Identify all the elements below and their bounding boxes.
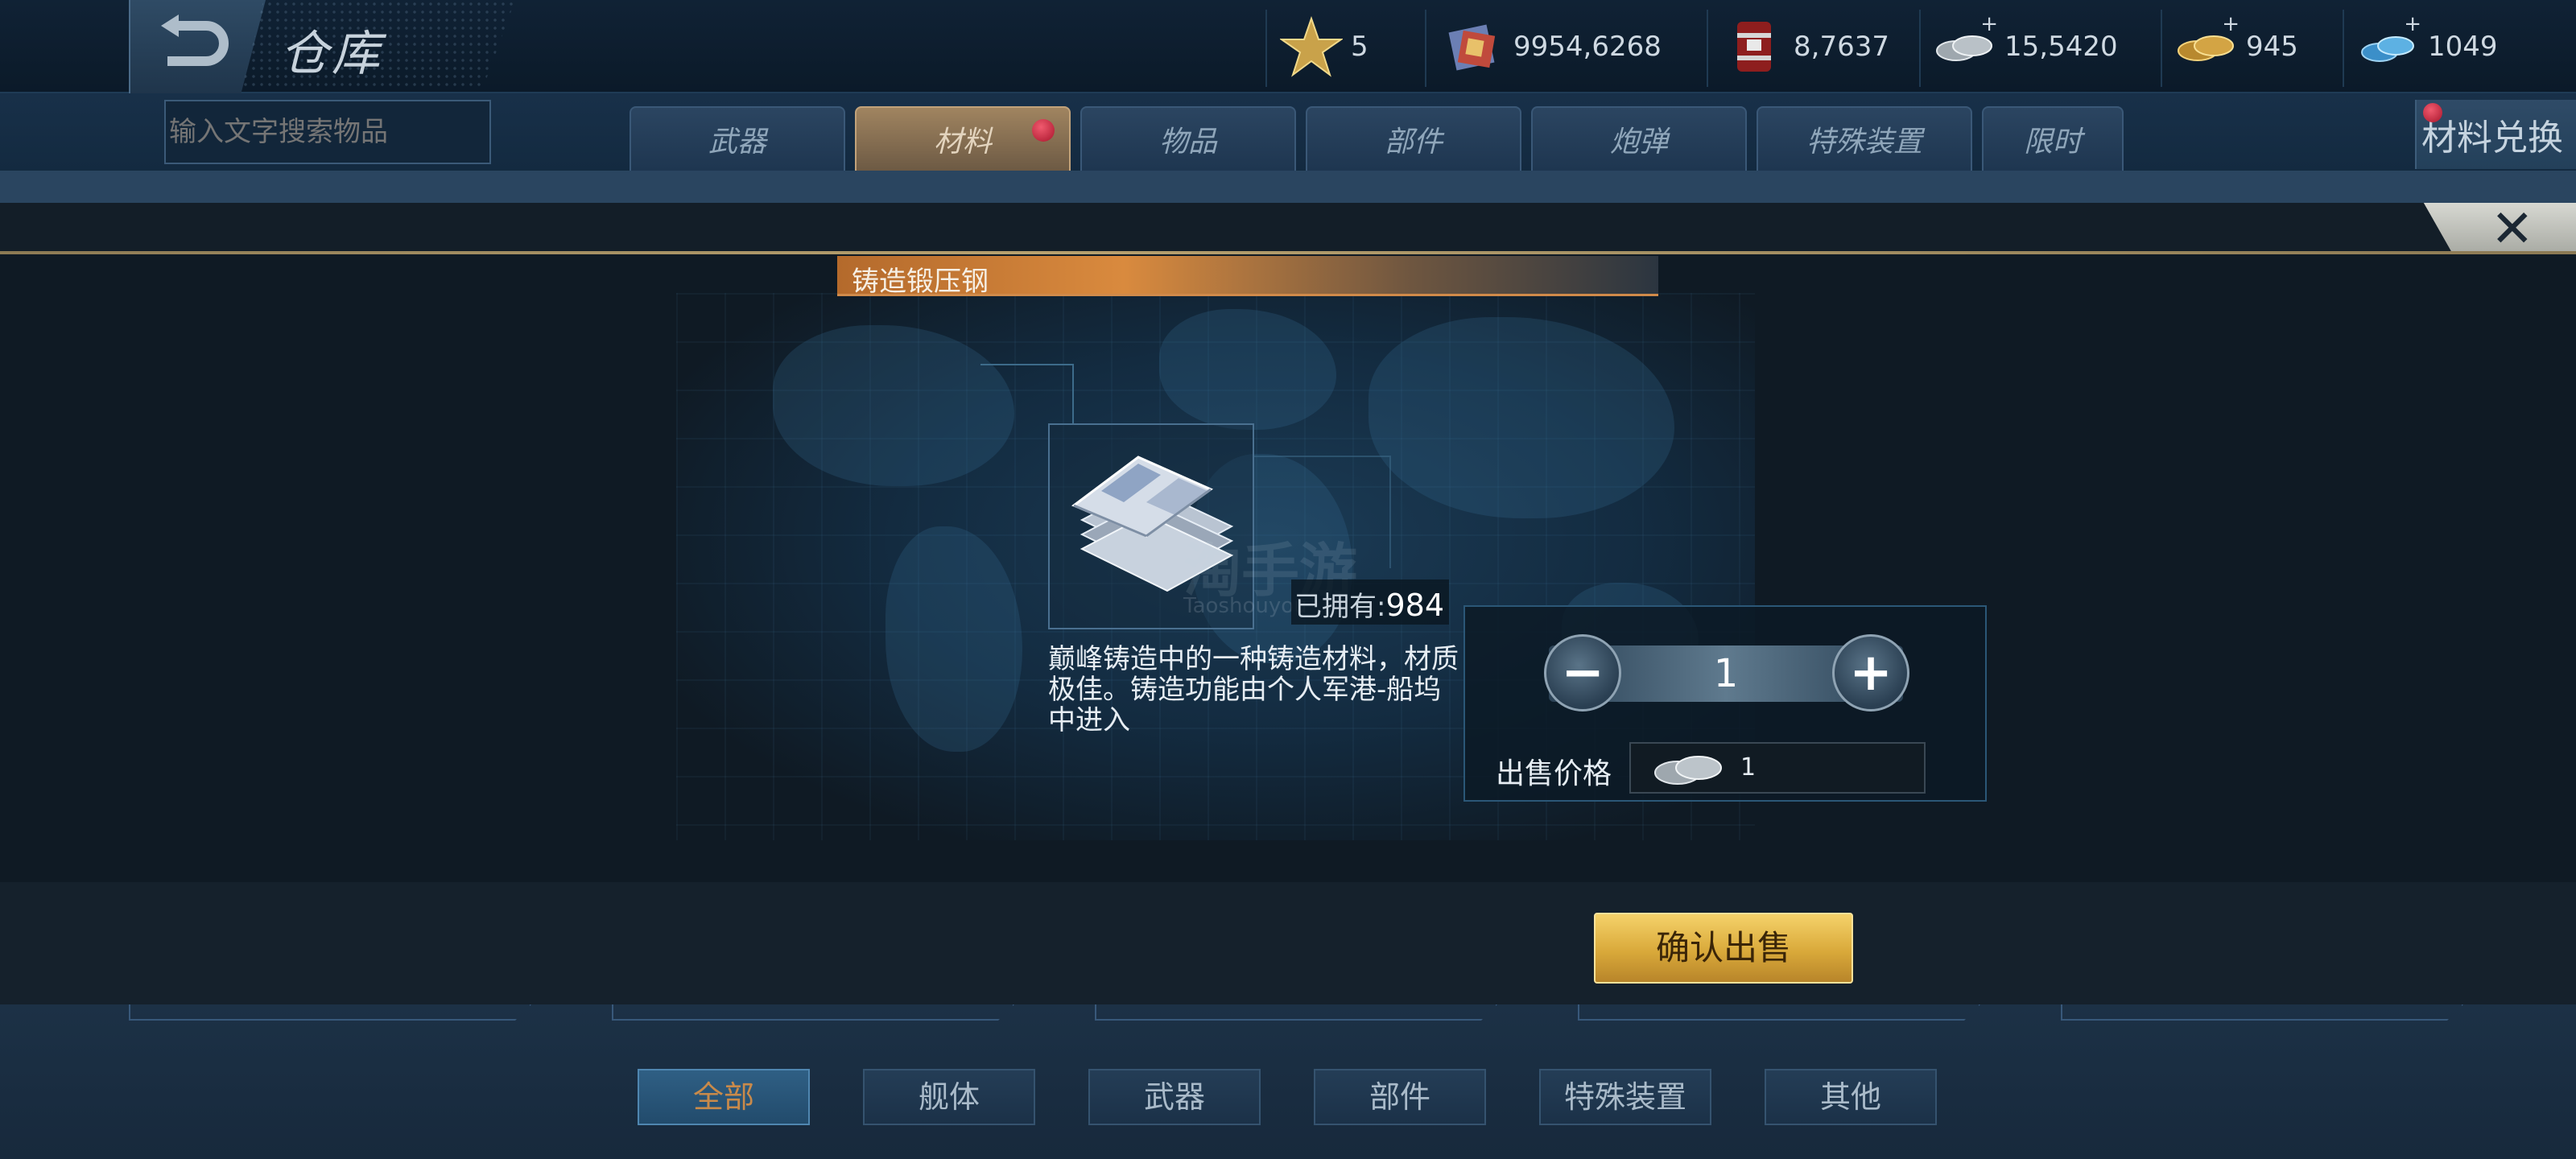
page-title: 仓库 [280, 26, 383, 82]
star-icon [1278, 15, 1344, 78]
tab-weapons[interactable]: 武器 [630, 106, 845, 171]
silver-coins-icon [1654, 756, 1722, 785]
resource-fuel: 8,7637 [1723, 8, 1889, 85]
divider [2161, 10, 2162, 87]
sell-price-label: 出售价格 [1496, 757, 1612, 790]
filter-weapons[interactable]: 武器 [1088, 1069, 1261, 1125]
minus-icon: − [1561, 643, 1604, 703]
confirm-sell-button[interactable]: 确认出售 [1594, 913, 1853, 984]
top-bar: 仓库 5 9954,6268 8,7637 + 15,5420 + 945 + … [0, 0, 2576, 93]
card-edge [1095, 1004, 1497, 1021]
silver-coins-icon: + [1934, 12, 1998, 78]
plus-icon: + [1849, 643, 1893, 703]
search-input[interactable] [164, 100, 491, 164]
map-continent [773, 325, 1014, 486]
card-edge [129, 1004, 531, 1021]
card-edge [2061, 1004, 2463, 1021]
tab-special-devices[interactable]: 特殊装置 [1757, 106, 1972, 171]
sell-price-field: 1 [1629, 742, 1926, 794]
tab-items[interactable]: 物品 [1080, 106, 1296, 171]
filter-hull[interactable]: 舰体 [863, 1069, 1035, 1125]
item-name: 铸造锻压钢 [852, 266, 989, 298]
dialog-footer: 确认出售 [0, 882, 2576, 1004]
fuel-barrel-icon [1723, 15, 1785, 78]
divider [1919, 10, 1921, 87]
add-silver-icon[interactable]: + [1980, 12, 1998, 36]
sub-bar [0, 171, 2576, 203]
sell-price-value: 1 [1740, 753, 1757, 782]
divider [1425, 10, 1426, 87]
tab-limited[interactable]: 限时 [1982, 106, 2124, 171]
frame-line [1072, 364, 1074, 425]
decrease-quantity-button[interactable]: − [1544, 634, 1621, 711]
card-edge [612, 1004, 1014, 1021]
notification-badge [1032, 119, 1055, 142]
resource-gold[interactable]: + 945 [2175, 8, 2298, 85]
add-diamond-icon[interactable]: + [2404, 12, 2421, 36]
resource-supplies: 9954,6268 [1443, 8, 1662, 85]
resource-silver[interactable]: + 15,5420 [1934, 8, 2118, 85]
back-arrow-icon [161, 14, 229, 66]
divider [1265, 10, 1267, 87]
close-button[interactable]: ✕ [2423, 203, 2576, 253]
material-exchange-button[interactable]: 材料兑换 [2415, 100, 2576, 169]
increase-quantity-button[interactable]: + [1832, 634, 1909, 711]
item-title-bar: 铸造锻压钢 [837, 256, 1658, 298]
divider [1707, 10, 1708, 87]
card-edge [1578, 1004, 1980, 1021]
sell-quantity-panel: 1 − + 出售价格 1 [1463, 605, 1987, 802]
add-gold-icon[interactable]: + [2222, 12, 2240, 36]
frame-line [980, 364, 1074, 365]
watermark-en: Taoshouyou [1183, 594, 1307, 618]
item-description: 巅峰铸造中的一种铸造材料，材质极佳。铸造功能由个人军港-船坞中进入 [1048, 643, 1459, 736]
dialog-top-bar: ✕ [0, 203, 2576, 253]
close-icon: ✕ [2491, 200, 2534, 259]
tab-shells[interactable]: 炮弹 [1531, 106, 1747, 171]
filter-parts[interactable]: 部件 [1314, 1069, 1486, 1125]
supply-crate-icon [1443, 15, 1505, 78]
map-continent [1368, 317, 1674, 518]
owned-value: 984 [1385, 588, 1444, 623]
filter-all[interactable]: 全部 [638, 1069, 810, 1125]
resource-diamonds[interactable]: + 1049 [2357, 8, 2498, 85]
map-continent [1159, 309, 1336, 430]
bottom-filter-bar: 全部 舰体 武器 部件 特殊装置 其他 [0, 1004, 2576, 1159]
owned-label: 已拥有: [1294, 591, 1386, 623]
diamond-icon: + [2357, 12, 2421, 78]
owned-count: 已拥有:984 [1291, 580, 1449, 625]
divider [2343, 10, 2344, 87]
tab-parts[interactable]: 部件 [1306, 106, 1521, 171]
filter-special-devices[interactable]: 特殊装置 [1539, 1069, 1711, 1125]
map-continent [886, 526, 1022, 752]
gold-coins-icon: + [2175, 12, 2240, 78]
filter-other[interactable]: 其他 [1765, 1069, 1937, 1125]
category-tab-bar: 武器 材料 物品 部件 炮弹 特殊装置 限时 材料兑换 [0, 93, 2576, 171]
tab-materials[interactable]: 材料 [855, 106, 1071, 171]
notification-badge [2423, 103, 2442, 122]
resource-stars: 5 [1278, 8, 1368, 85]
